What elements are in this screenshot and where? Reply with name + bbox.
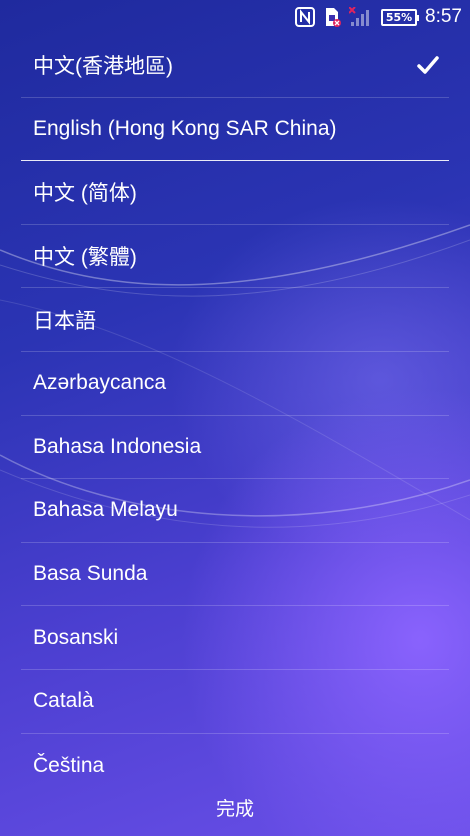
language-label: Bahasa Melayu — [33, 498, 178, 522]
battery-indicator: 55% — [381, 8, 420, 26]
nfc-icon — [295, 7, 316, 27]
language-item-az[interactable]: Azərbaycanca — [21, 352, 449, 416]
language-item-zh-hans[interactable]: 中文 (简体) — [21, 161, 449, 225]
language-item-zh-hk[interactable]: 中文(香港地區) — [21, 34, 449, 98]
language-label: Basa Sunda — [33, 562, 148, 586]
no-signal-icon — [349, 7, 373, 27]
language-item-su[interactable]: Basa Sunda — [21, 543, 449, 607]
language-label: 中文(香港地區) — [33, 55, 173, 79]
checkmark-icon — [417, 53, 441, 77]
language-label: Bosanski — [33, 625, 119, 649]
language-item-bs[interactable]: Bosanski — [21, 606, 449, 670]
language-label: 中文 (繁體) — [33, 246, 137, 270]
language-item-cs[interactable]: Čeština — [21, 734, 449, 778]
language-label: Català — [33, 689, 94, 713]
language-item-ms[interactable]: Bahasa Melayu — [21, 479, 449, 543]
language-label: English (Hong Kong SAR China) — [33, 116, 337, 140]
language-label: Azərbaycanca — [33, 371, 167, 395]
language-item-zh-hant[interactable]: 中文 (繁體) — [21, 225, 449, 289]
footer-bar: 完成 — [0, 778, 470, 836]
status-bar: 55% 8:57 — [0, 0, 470, 34]
language-label: Čeština — [33, 753, 105, 777]
language-list: 中文(香港地區) English (Hong Kong SAR China) 中… — [21, 34, 449, 778]
battery-level: 55% — [385, 10, 413, 24]
language-item-id[interactable]: Bahasa Indonesia — [21, 416, 449, 480]
sim-card-error-icon — [323, 7, 342, 27]
language-label: Bahasa Indonesia — [33, 434, 202, 458]
clock: 8:57 — [425, 6, 462, 27]
language-item-en-hk[interactable]: English (Hong Kong SAR China) — [21, 98, 449, 162]
language-label: 日本語 — [33, 309, 96, 333]
language-label: 中文 (简体) — [33, 182, 137, 206]
done-button[interactable]: 完成 — [196, 788, 274, 827]
language-item-ca[interactable]: Català — [21, 670, 449, 734]
language-item-ja[interactable]: 日本語 — [21, 288, 449, 352]
